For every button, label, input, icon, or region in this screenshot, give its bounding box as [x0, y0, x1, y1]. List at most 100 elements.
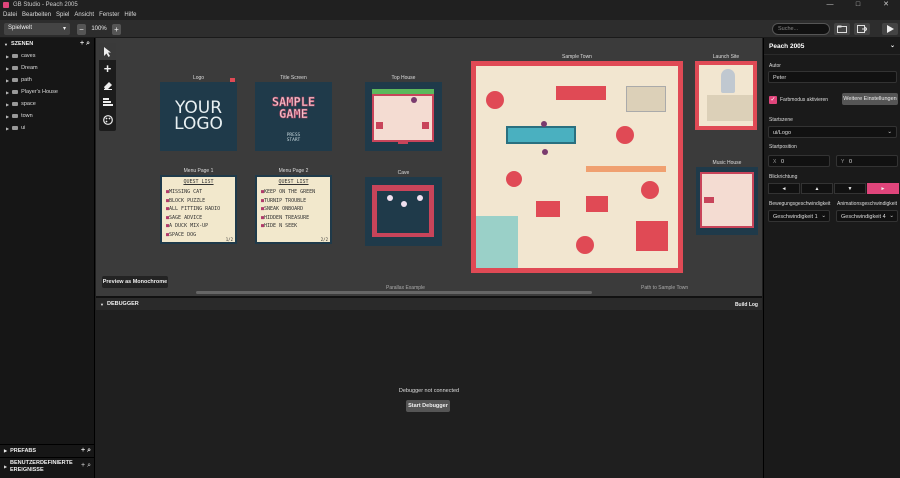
add-prefab-icon[interactable]: +: [81, 447, 85, 454]
caret-right-icon: ▶: [4, 448, 8, 453]
custom-events-header[interactable]: ▶ BENUTZERDEFINIERTE EREIGNISSE + ⌕: [0, 457, 95, 475]
scene-title-screen[interactable]: Title Screen SAMPLE GAME PRESS START: [255, 75, 332, 151]
pond: [506, 126, 576, 144]
world-canvas[interactable]: + Logo YOUR LOGO Title Screen SAMPLE GAM…: [96, 38, 762, 296]
zoom-out-button[interactable]: −: [77, 23, 86, 35]
quest-item: ■BLOCK PUZZLE: [166, 197, 206, 204]
horizontal-scrollbar[interactable]: [196, 291, 592, 294]
folder-icon: [837, 25, 847, 33]
scene-label: Music House: [712, 160, 742, 166]
tool-palette: +: [99, 43, 116, 131]
y-label: Y: [841, 159, 845, 165]
caret-right-icon: ▶: [6, 125, 10, 131]
direction-up-button[interactable]: ▲: [801, 183, 833, 194]
sidebar: ▼ SZENEN + ⌕ ▶ caves ▶ Dream ▶ path ▶ Player…: [0, 38, 95, 478]
zoom-controls: − 100% +: [77, 23, 121, 35]
scene-label: Logo: [192, 75, 205, 81]
close-button[interactable]: ✕: [872, 0, 900, 10]
furniture: [376, 122, 383, 129]
menu-help[interactable]: Hilfe: [124, 12, 136, 18]
caret-right-icon: ▶: [6, 53, 10, 59]
search-icon[interactable]: ⌕: [87, 462, 91, 469]
minimize-button[interactable]: —: [816, 0, 844, 10]
chevron-down-icon[interactable]: ⌄: [890, 42, 895, 49]
add-scene-icon[interactable]: +: [80, 40, 84, 47]
build-log-button[interactable]: Build Log: [735, 302, 758, 308]
start-scene-select[interactable]: ui/Logo ⌄: [768, 126, 897, 138]
direction-down-button[interactable]: ▼: [834, 183, 866, 194]
inspector-panel: Peach 2005 ⌄ Autor Peter ✓ Farbmodus akt…: [763, 38, 900, 478]
scene-menu-page-2[interactable]: Menu Page 2 QUEST LIST ■KEEP ON THE GREE…: [255, 168, 332, 244]
world-select[interactable]: Spielwelt ▾: [4, 23, 70, 35]
scene-preview: QUEST LIST ■KEEP ON THE GREEN ■TURNIP TR…: [255, 175, 332, 244]
scene-logo[interactable]: Logo YOUR LOGO: [160, 75, 237, 151]
tree-folder-space[interactable]: ▶ space: [0, 98, 94, 110]
scene-top-house[interactable]: Top House: [365, 75, 442, 151]
caret-right-icon: ▶: [6, 77, 10, 83]
move-speed-select[interactable]: Geschwindigkeit 1 ⌄: [768, 210, 830, 222]
more-settings-button[interactable]: Weitere Einstellungen: [842, 93, 898, 105]
start-x-input[interactable]: X 0: [768, 155, 830, 167]
preview-monochrome-button[interactable]: Preview as Monochrome: [102, 276, 168, 288]
menu-view[interactable]: Ansicht: [74, 12, 94, 18]
tree-item-label: Player's House: [21, 89, 58, 95]
scenes-title: SZENEN: [10, 41, 34, 47]
scene-launch-site[interactable]: Launch Site: [695, 54, 757, 130]
zoom-in-button[interactable]: +: [112, 23, 121, 35]
scene-preview: [471, 61, 683, 273]
folder-icon: [12, 126, 19, 130]
tree: [616, 126, 634, 144]
building: [586, 196, 608, 212]
debugger-header[interactable]: ▼ DEBUGGER Build Log: [96, 296, 762, 310]
tree-folder-caves[interactable]: ▶ caves: [0, 50, 94, 62]
menu-file[interactable]: Datei: [3, 12, 17, 18]
scenes-header[interactable]: ▼ SZENEN + ⌕: [0, 38, 94, 50]
add-tool[interactable]: +: [99, 60, 116, 77]
search-input[interactable]: Suche...: [772, 23, 830, 35]
tree-folder-path[interactable]: ▶ path: [0, 74, 94, 86]
scene-music-house[interactable]: Music House: [696, 160, 758, 235]
color-mode-checkbox[interactable]: ✓: [769, 96, 777, 104]
scene-label: Menu Page 1: [183, 168, 214, 174]
menu-game[interactable]: Spiel: [56, 12, 69, 18]
tree-item-label: Dream: [21, 65, 38, 71]
anim-speed-select[interactable]: Geschwindigkeit 4 ⌄: [836, 210, 898, 222]
collision-tool[interactable]: [99, 94, 116, 111]
direction-right-button[interactable]: ►: [867, 183, 899, 194]
menu-window[interactable]: Fenster: [99, 12, 119, 18]
add-event-icon[interactable]: +: [81, 462, 85, 469]
author-input[interactable]: Peter: [768, 71, 897, 83]
start-y-input[interactable]: Y 0: [836, 155, 898, 167]
caret-right-icon: ▶: [6, 113, 10, 119]
prefabs-header[interactable]: ▶ PREFABS + ⌕: [0, 444, 95, 456]
scene-preview: [365, 177, 442, 246]
tree-folder-town[interactable]: ▶ town: [0, 110, 94, 122]
select-tool[interactable]: [99, 43, 116, 60]
title-text-2: GAME: [279, 107, 309, 121]
menu-edit[interactable]: Bearbeiten: [22, 12, 51, 18]
tree-folder-players-house[interactable]: ▶ Player's House: [0, 86, 94, 98]
start-debugger-button[interactable]: Start Debugger: [406, 400, 450, 412]
play-button[interactable]: [882, 23, 898, 35]
open-folder-button[interactable]: [834, 23, 850, 35]
tree-item-label: caves: [21, 53, 36, 59]
scene-menu-page-1[interactable]: Menu Page 1 QUEST LIST ■MISSING CAT ■BLO…: [160, 168, 237, 244]
stairs: [626, 86, 666, 112]
tree-folder-ui[interactable]: ▶ ui: [0, 122, 94, 134]
prefabs-title: PREFABS: [10, 447, 37, 454]
tree-folder-dream[interactable]: ▶ Dream: [0, 62, 94, 74]
direction-left-button[interactable]: ◄: [768, 183, 800, 194]
search-icon[interactable]: ⌕: [86, 40, 90, 47]
maximize-button[interactable]: □: [844, 0, 872, 10]
search-icon[interactable]: ⌕: [87, 447, 91, 454]
door: [398, 140, 408, 144]
export-button[interactable]: [854, 23, 870, 35]
scene-cave[interactable]: Cave: [365, 170, 442, 246]
chevron-down-icon: ⌄: [887, 129, 892, 135]
eraser-tool[interactable]: [99, 77, 116, 94]
color-tool[interactable]: [99, 111, 116, 128]
furniture: [704, 197, 714, 203]
scene-sample-town[interactable]: Sample Town: [471, 54, 683, 273]
color-mode-label: Farbmodus aktivieren: [780, 97, 829, 103]
platform: [707, 95, 753, 121]
